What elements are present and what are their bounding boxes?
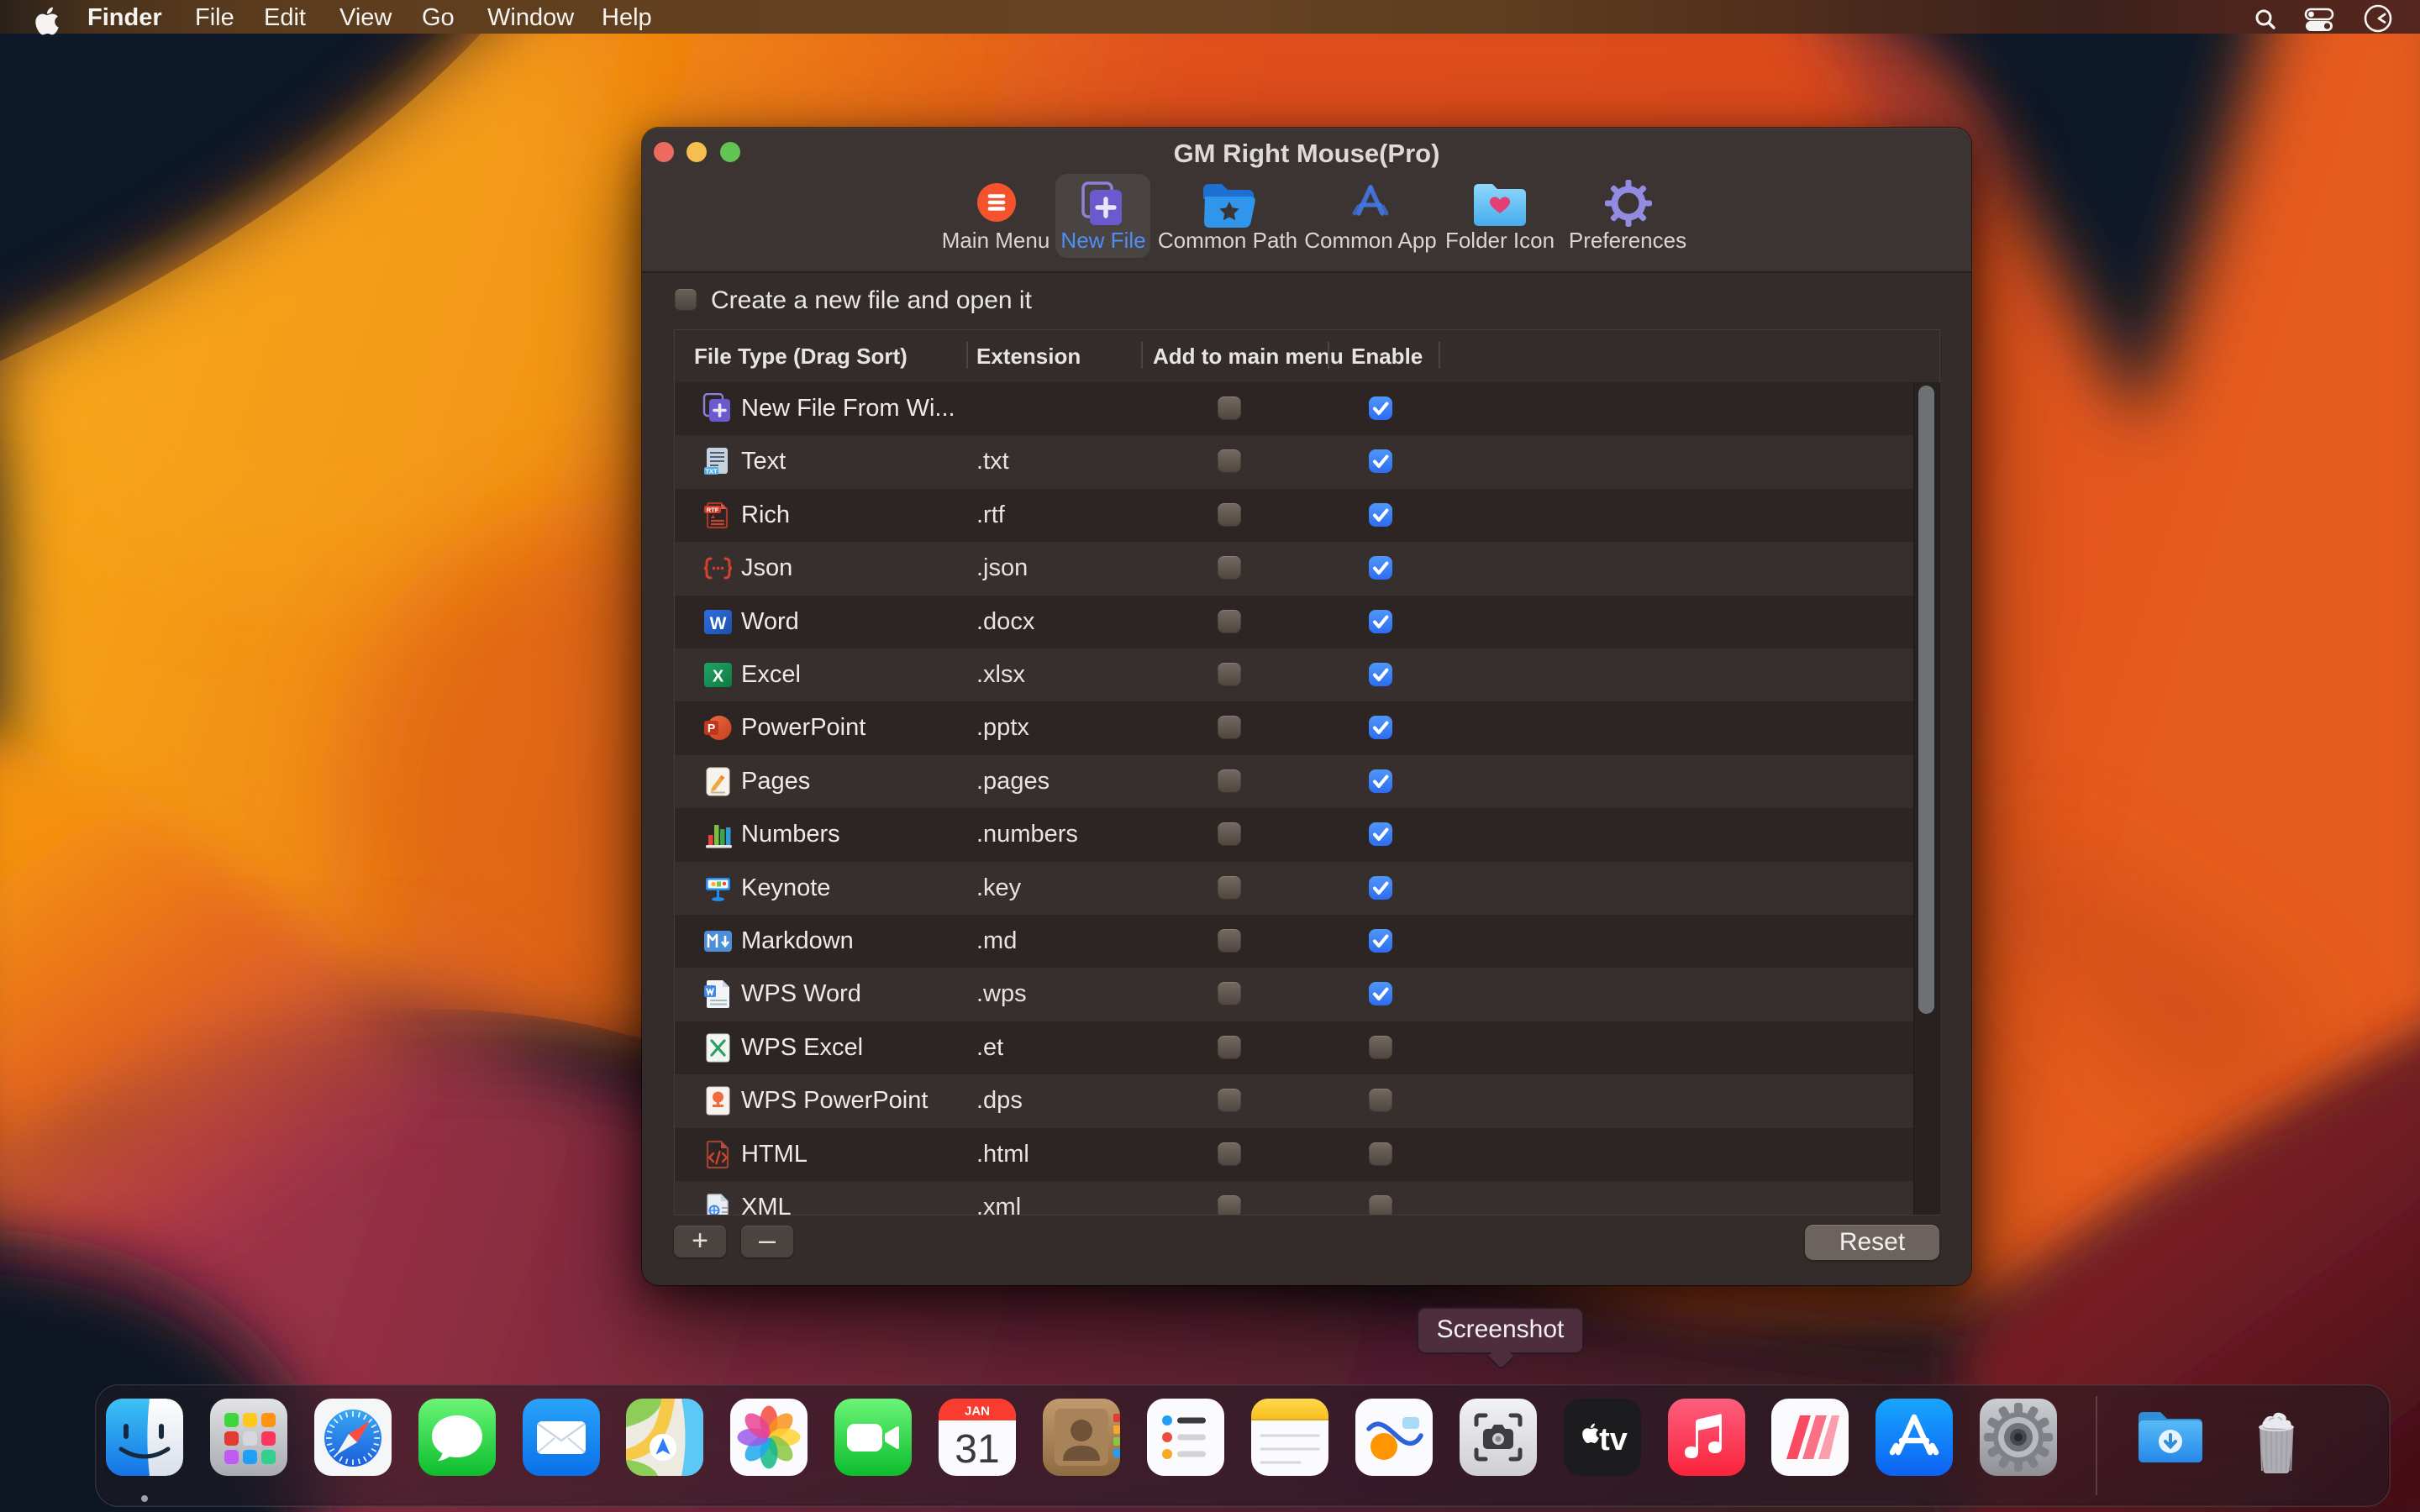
- svg-text:31: 31: [955, 1427, 999, 1472]
- svg-text:P: P: [708, 722, 715, 735]
- svg-text:X: X: [713, 668, 724, 686]
- svg-text:W: W: [710, 614, 727, 633]
- svg-text:JAN: JAN: [965, 1404, 990, 1419]
- svg-text:tv: tv: [1599, 1422, 1628, 1457]
- svg-text:RTF: RTF: [707, 506, 719, 513]
- svg-text:TXT: TXT: [705, 468, 718, 475]
